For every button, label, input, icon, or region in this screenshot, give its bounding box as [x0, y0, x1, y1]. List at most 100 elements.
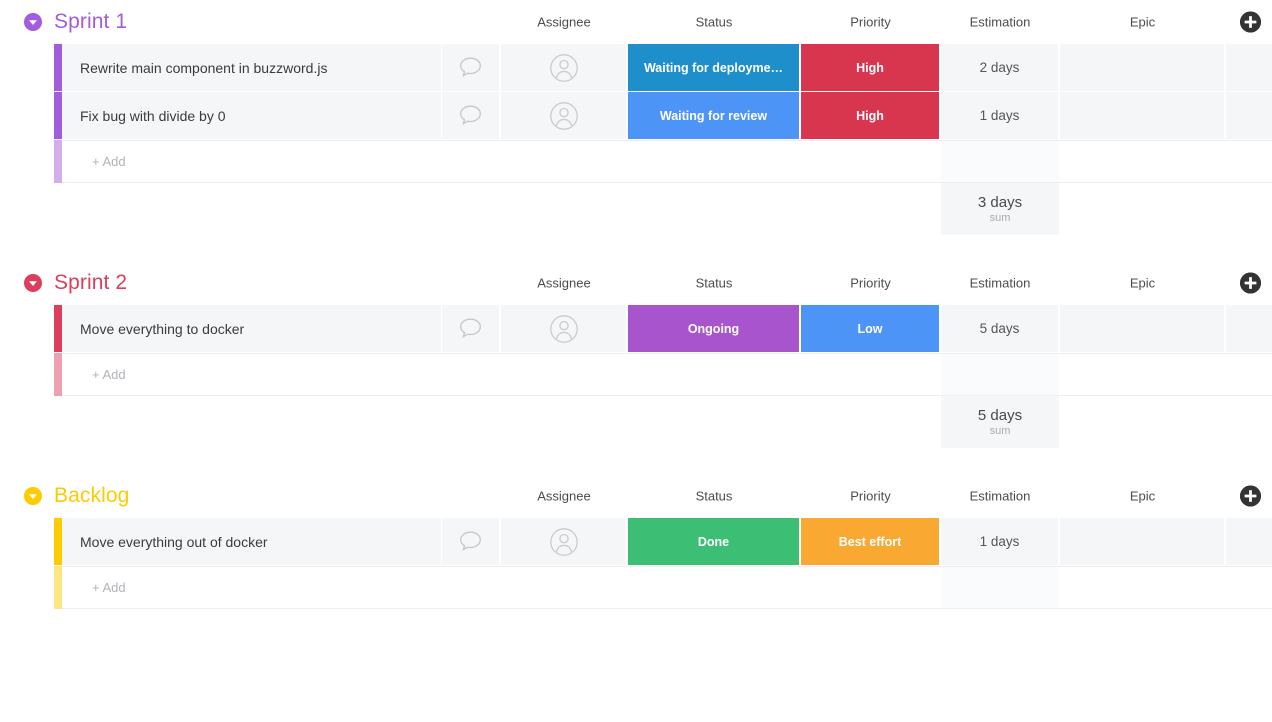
estimation-sum-label: sum [989, 211, 1011, 224]
cell-priority[interactable]: Best effort [801, 518, 940, 565]
chevron-down-circle-icon[interactable] [24, 487, 42, 505]
column-header-status[interactable]: Status [628, 489, 800, 504]
cell-task-title[interactable]: Move everything to docker [62, 305, 442, 352]
person-circle-icon[interactable] [501, 92, 627, 139]
cell-status[interactable]: Waiting for deployme… [628, 44, 800, 91]
cell-task-title[interactable]: Rewrite main component in buzzword.js [62, 44, 442, 91]
group-title[interactable]: Backlog [54, 484, 129, 508]
priority-badge-label: Best effort [838, 534, 902, 549]
status-badge: Waiting for review [628, 92, 799, 139]
add-column-button[interactable] [1240, 11, 1261, 33]
add-item-row[interactable]: + Add [0, 353, 1272, 396]
cell-epic[interactable] [1060, 305, 1225, 352]
task-title-text: Move everything out of docker [80, 533, 268, 550]
cell-estimation[interactable]: 1 days [941, 518, 1059, 565]
row-color-bar [54, 92, 62, 139]
table-row[interactable]: Rewrite main component in buzzword.js Wa… [0, 44, 1272, 91]
add-item-estimation-cell [941, 140, 1059, 183]
add-column-button[interactable] [1240, 485, 1261, 507]
summary-row: 5 days sum [0, 396, 1272, 448]
column-header-priority[interactable]: Priority [801, 15, 940, 30]
column-header-status[interactable]: Status [628, 276, 800, 291]
add-item-label[interactable]: + Add [62, 353, 1272, 396]
cell-status[interactable]: Done [628, 518, 800, 565]
priority-badge: High [801, 92, 939, 139]
chat-bubble-icon[interactable] [442, 44, 500, 91]
board: Sprint 1 Assignee Status Priority Estimation… [0, 0, 1272, 722]
add-item-row[interactable]: + Add [0, 566, 1272, 609]
cell-status[interactable]: Waiting for review [628, 92, 800, 139]
task-title-text: Fix bug with divide by 0 [80, 107, 226, 124]
cell-priority[interactable]: High [801, 44, 940, 91]
cell-priority[interactable]: High [801, 92, 940, 139]
status-badge-label: Waiting for review [659, 108, 768, 123]
table-row[interactable]: Move everything out of docker Done Best e… [0, 518, 1272, 565]
estimation-sum-cell[interactable]: 5 days sum [941, 396, 1059, 448]
group-header: Sprint 1 Assignee Status Priority Estimation… [0, 0, 1272, 44]
cell-estimation[interactable]: 2 days [941, 44, 1059, 91]
priority-badge: Low [801, 305, 939, 352]
column-header-estimation[interactable]: Estimation [941, 276, 1059, 291]
status-badge-label: Ongoing [687, 321, 740, 336]
row-color-bar [54, 140, 62, 183]
priority-badge: High [801, 44, 939, 91]
priority-badge-label: Low [857, 321, 883, 336]
cell-trailing [1226, 518, 1272, 565]
column-header-epic[interactable]: Epic [1060, 15, 1225, 30]
task-title-text: Move everything to docker [80, 320, 245, 337]
person-circle-icon[interactable] [501, 305, 627, 352]
priority-badge-label: High [856, 60, 884, 75]
cell-task-title[interactable]: Move everything out of docker [62, 518, 442, 565]
cell-priority[interactable]: Low [801, 305, 940, 352]
cell-status[interactable]: Ongoing [628, 305, 800, 352]
cell-trailing [1226, 305, 1272, 352]
chat-bubble-icon[interactable] [442, 92, 500, 139]
column-header-priority[interactable]: Priority [801, 489, 940, 504]
cell-epic[interactable] [1060, 518, 1225, 565]
estimation-sum-cell[interactable]: 3 days sum [941, 183, 1059, 235]
person-circle-icon[interactable] [501, 44, 627, 91]
chat-bubble-icon[interactable] [442, 305, 500, 352]
group-header: Backlog Assignee Status Priority Estimation E… [0, 474, 1272, 518]
cell-task-title[interactable]: Fix bug with divide by 0 [62, 92, 442, 139]
chevron-down-circle-icon[interactable] [24, 13, 42, 31]
column-header-epic[interactable]: Epic [1060, 276, 1225, 291]
column-header-assignee[interactable]: Assignee [501, 276, 627, 291]
column-header-epic[interactable]: Epic [1060, 489, 1225, 504]
chat-bubble-icon[interactable] [442, 518, 500, 565]
table-row[interactable]: Move everything to docker Ongoing Low 5 da… [0, 305, 1272, 352]
column-header-priority[interactable]: Priority [801, 276, 940, 291]
table-row[interactable]: Fix bug with divide by 0 Waiting for rev… [0, 92, 1272, 139]
row-color-bar [54, 566, 62, 609]
group: Sprint 1 Assignee Status Priority Estimation… [0, 0, 1272, 235]
priority-badge-label: High [856, 108, 884, 123]
cell-estimation[interactable]: 1 days [941, 92, 1059, 139]
add-item-label[interactable]: + Add [62, 566, 1272, 609]
task-title-text: Rewrite main component in buzzword.js [80, 59, 328, 76]
status-badge: Done [628, 518, 799, 565]
estimation-sum-value: 3 days [977, 193, 1023, 211]
group: Sprint 2 Assignee Status Priority Estimation… [0, 261, 1272, 448]
column-header-estimation[interactable]: Estimation [941, 15, 1059, 30]
cell-epic[interactable] [1060, 92, 1225, 139]
cell-estimation[interactable]: 5 days [941, 305, 1059, 352]
add-item-row[interactable]: + Add [0, 140, 1272, 183]
cell-trailing [1226, 92, 1272, 139]
column-header-assignee[interactable]: Assignee [501, 489, 627, 504]
column-header-status[interactable]: Status [628, 15, 800, 30]
estimation-sum-value: 5 days [977, 406, 1023, 424]
row-color-bar [54, 353, 62, 396]
estimation-sum-label: sum [989, 424, 1011, 437]
column-header-estimation[interactable]: Estimation [941, 489, 1059, 504]
person-circle-icon[interactable] [501, 518, 627, 565]
chevron-down-circle-icon[interactable] [24, 274, 42, 292]
column-header-assignee[interactable]: Assignee [501, 15, 627, 30]
group-title[interactable]: Sprint 1 [54, 10, 127, 34]
status-badge: Waiting for deployme… [628, 44, 799, 91]
add-column-button[interactable] [1240, 272, 1261, 294]
add-item-label[interactable]: + Add [62, 140, 1272, 183]
cell-epic[interactable] [1060, 44, 1225, 91]
group-title[interactable]: Sprint 2 [54, 271, 127, 295]
